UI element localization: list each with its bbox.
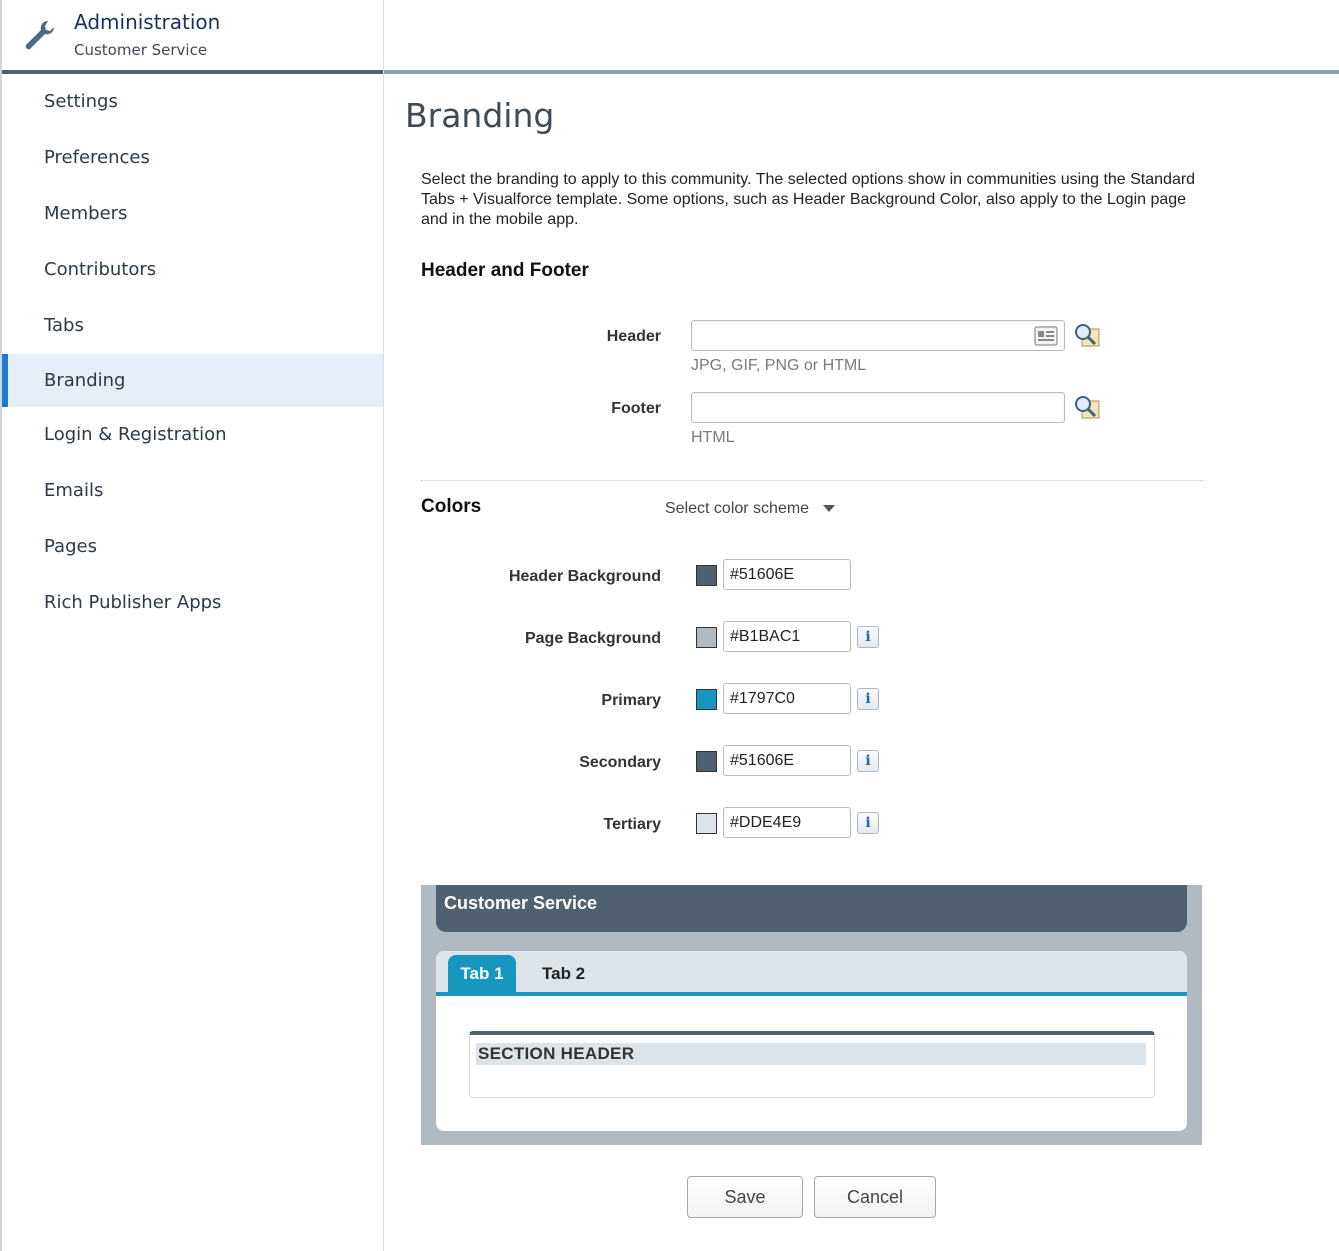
color-scheme-select[interactable]: Select color scheme	[665, 500, 836, 518]
tertiary-input[interactable]: #DDE4E9	[723, 807, 851, 838]
preview-header: Customer Service	[436, 885, 1187, 932]
preview-tab-1: Tab 1	[448, 955, 516, 996]
footer-input[interactable]	[691, 392, 1065, 423]
page-background-input[interactable]: #B1BAC1	[723, 621, 851, 652]
color-scheme-select-label: Select color scheme	[665, 500, 810, 517]
tertiary-info-icon[interactable]: i	[857, 812, 879, 834]
header-label: Header	[606, 328, 661, 345]
primary-input[interactable]: #1797C0	[723, 683, 851, 714]
page-description: Select the branding to apply to this com…	[421, 171, 1196, 228]
cancel-button[interactable]: Cancel	[814, 1176, 936, 1218]
page-background-info-icon[interactable]: i	[857, 626, 879, 648]
preview-section-header: SECTION HEADER	[476, 1043, 1146, 1065]
header-footer-section-title: Header and Footer	[421, 260, 589, 281]
header-lookup-icon[interactable]	[1073, 322, 1101, 348]
footer-hint: HTML	[691, 429, 735, 446]
footer-lookup-icon[interactable]	[1073, 394, 1101, 420]
sidebar-nav: Settings Preferences Members Contributor…	[2, 74, 383, 631]
sidebar-subtitle: Customer Service	[74, 41, 208, 59]
primary-info-icon[interactable]: i	[857, 688, 879, 710]
header-background-label: Header Background	[508, 568, 661, 585]
preview-tab-2: Tab 2	[542, 964, 586, 983]
sidebar-title: Administration	[74, 10, 221, 34]
sidebar-item-branding[interactable]: Branding	[2, 354, 383, 407]
main-content: Branding Select the branding to apply to…	[385, 74, 1339, 1251]
header-background-input[interactable]: #51606E	[723, 559, 851, 590]
wrench-icon	[25, 20, 55, 50]
secondary-swatch[interactable]	[696, 751, 717, 772]
sidebar-item-preferences[interactable]: Preferences	[2, 130, 383, 186]
preview-section: SECTION HEADER	[469, 1031, 1155, 1098]
sidebar-item-pages[interactable]: Pages	[2, 519, 383, 575]
sidebar-item-contributors[interactable]: Contributors	[2, 242, 383, 298]
sidebar-item-members[interactable]: Members	[2, 186, 383, 242]
section-divider	[421, 480, 1203, 481]
sidebar-item-login-registration[interactable]: Login & Registration	[2, 407, 383, 463]
sidebar-item-tabs[interactable]: Tabs	[2, 298, 383, 354]
header-hint: JPG, GIF, PNG or HTML	[691, 357, 867, 374]
branding-preview: Customer Service Tab 1 Tab 2 SECTION HEA…	[421, 885, 1202, 1145]
page-background-swatch[interactable]	[696, 627, 717, 648]
page-title: Branding	[405, 96, 555, 135]
header-input[interactable]	[691, 320, 1065, 351]
colors-section-title: Colors	[421, 496, 482, 517]
save-button[interactable]: Save	[687, 1176, 803, 1218]
tertiary-swatch[interactable]	[696, 813, 717, 834]
primary-label: Primary	[601, 692, 661, 709]
secondary-input[interactable]: #51606E	[723, 745, 851, 776]
image-picker-icon[interactable]	[1034, 326, 1058, 346]
sidebar-item-settings[interactable]: Settings	[2, 74, 383, 130]
sidebar-header: Administration Customer Service	[2, 0, 383, 74]
chevron-down-icon	[823, 505, 836, 513]
footer-label: Footer	[611, 400, 661, 417]
tertiary-label: Tertiary	[603, 816, 661, 833]
primary-swatch[interactable]	[696, 689, 717, 710]
preview-tab-bar: Tab 1 Tab 2	[436, 951, 1187, 996]
page-background-label: Page Background	[524, 630, 661, 647]
secondary-info-icon[interactable]: i	[857, 750, 879, 772]
secondary-label: Secondary	[579, 754, 661, 771]
sidebar-item-rich-publisher-apps[interactable]: Rich Publisher Apps	[2, 575, 383, 631]
sidebar-item-emails[interactable]: Emails	[2, 463, 383, 519]
top-bar	[384, 0, 1339, 74]
sidebar: Administration Customer Service Settings…	[0, 0, 384, 1251]
header-background-swatch[interactable]	[696, 565, 717, 586]
preview-body: Tab 1 Tab 2 SECTION HEADER	[436, 951, 1187, 1131]
